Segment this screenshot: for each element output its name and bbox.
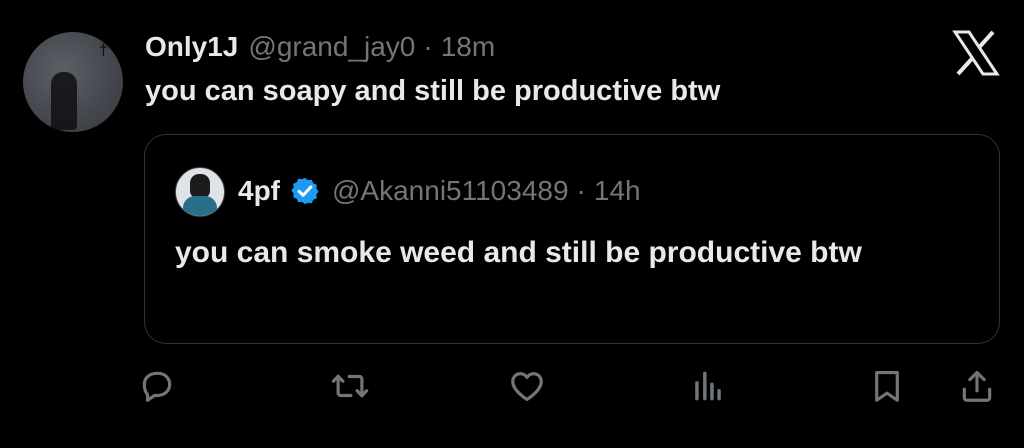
like-button[interactable] (505, 364, 549, 408)
quoted-author-name[interactable]: 4pf (238, 175, 280, 207)
author-name[interactable]: Only1J (145, 31, 238, 63)
author-handle[interactable]: @grand_jay0 (248, 31, 415, 63)
bookmark-icon (875, 370, 899, 402)
avatar-body (183, 196, 217, 216)
retweet-button[interactable] (328, 364, 372, 408)
x-logo-icon[interactable] (952, 30, 1000, 76)
reply-button[interactable] (135, 364, 179, 408)
quoted-author-handle[interactable]: @Akanni51103489 (332, 175, 569, 207)
avatar-head (190, 174, 210, 198)
views-icon (695, 371, 721, 401)
tweet-text: you can soapy and still be productive bt… (145, 75, 721, 107)
action-bar (0, 364, 1024, 412)
quoted-tweet-timestamp[interactable]: 14h (594, 175, 641, 207)
verified-badge-icon (291, 177, 319, 205)
tweet-header: Only1J @grand_jay0 · 18m (145, 30, 495, 64)
separator-dot: · (576, 175, 586, 206)
author-avatar[interactable]: † (23, 32, 123, 132)
quoted-tweet-header: 4pf @Akanni51103489 · 14h (238, 173, 641, 209)
bookmark-button[interactable] (865, 364, 909, 408)
share-button[interactable] (955, 364, 999, 408)
quoted-author-avatar[interactable] (175, 167, 225, 217)
reply-icon (142, 371, 172, 402)
views-button[interactable] (686, 364, 730, 408)
share-icon (962, 370, 992, 402)
avatar-figure (51, 72, 77, 130)
quoted-tweet-text: you can smoke weed and still be producti… (175, 236, 862, 269)
heart-icon (511, 372, 543, 402)
avatar-cross-mark: † (99, 42, 108, 59)
retweet-icon (331, 374, 369, 398)
tweet-timestamp[interactable]: 18m (441, 31, 495, 63)
quoted-tweet-card[interactable]: 4pf @Akanni51103489 · 14h you can smoke … (144, 134, 1000, 344)
separator-dot: · (423, 31, 433, 62)
